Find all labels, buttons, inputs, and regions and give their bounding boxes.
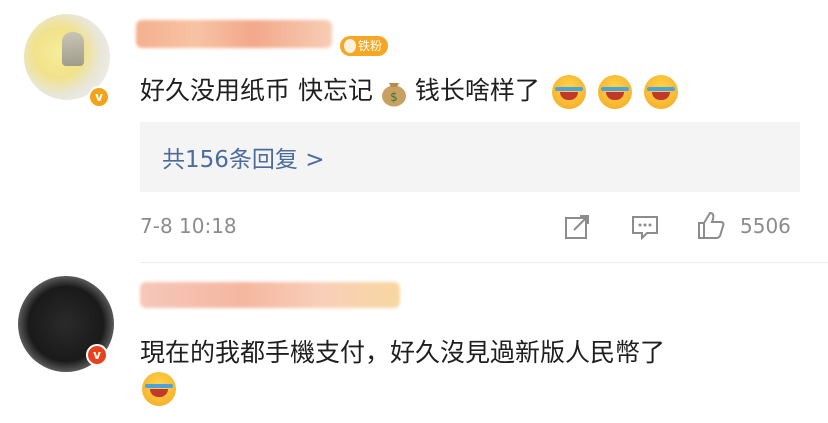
comment-text: 現在的我都手機支付，好久沒見過新版人民幣了: [140, 338, 666, 367]
verified-badge-icon: v: [86, 344, 108, 366]
svg-text:$: $: [390, 90, 398, 104]
avatar-image: [62, 32, 84, 66]
comment-icon: [632, 216, 658, 241]
share-button[interactable]: [562, 212, 592, 246]
verified-badge-icon: v: [88, 86, 110, 108]
comment-timestamp: 7-8 10:18: [140, 214, 237, 238]
fan-badge: 铁粉: [340, 36, 389, 56]
laugh-cry-emoji-icon: [551, 75, 586, 109]
replies-box[interactable]: 共156条回复 >: [140, 122, 800, 192]
like-button[interactable]: [696, 210, 726, 244]
comment-divider: [140, 262, 828, 263]
money-bag-icon: $: [381, 77, 407, 107]
comment-emoji-row: [140, 372, 176, 406]
thumbs-up-icon: [698, 211, 725, 239]
fan-badge-icon: [344, 39, 356, 53]
laugh-emoji-icon: [142, 372, 176, 406]
view-replies-link[interactable]: 共156条回复 >: [162, 140, 324, 174]
share-icon: [565, 215, 589, 239]
comment-text-part1: 好久没用纸币 快忘记: [140, 76, 373, 105]
laugh-cry-emoji-icon: [597, 75, 632, 109]
laugh-cry-emoji-icon: [643, 75, 678, 109]
comment-text: 好久没用纸币 快忘记 $ 钱长啥样了: [140, 74, 678, 109]
username-blurred[interactable]: [136, 20, 332, 48]
like-count: 5506: [740, 214, 791, 238]
comment-text-part2: 钱长啥样了: [414, 76, 540, 105]
username-blurred[interactable]: [140, 282, 400, 308]
comment-button[interactable]: [630, 212, 660, 246]
